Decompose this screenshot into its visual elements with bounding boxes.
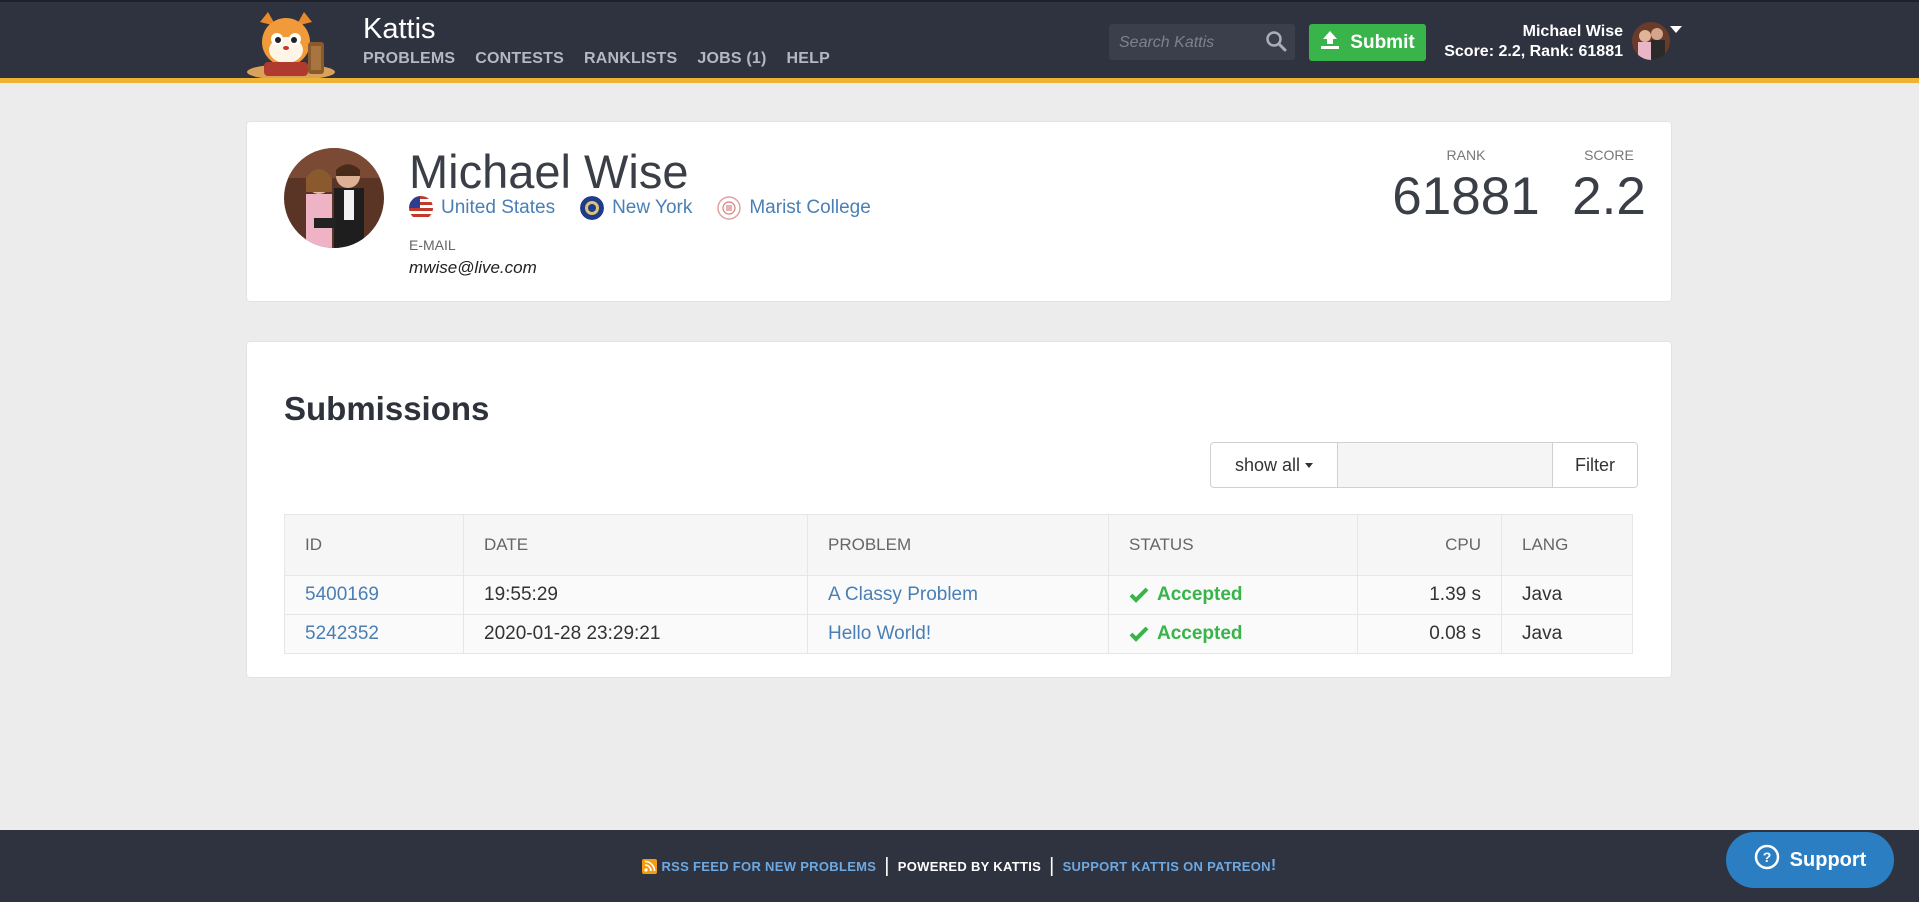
checkmark-icon (1129, 587, 1149, 603)
help-circle-icon: ? (1754, 844, 1780, 876)
submission-id-link[interactable]: 5242352 (305, 623, 379, 644)
svg-text:?: ? (1762, 849, 1771, 865)
footer-separator: | (1049, 854, 1055, 877)
nav-contests[interactable]: CONTESTS (475, 50, 564, 68)
state-label: New York (612, 197, 693, 218)
submit-button[interactable]: Submit (1309, 24, 1426, 61)
kattis-logo[interactable] (246, 12, 350, 80)
user-stats: Score: 2.2, Rank: 61881 (1444, 43, 1623, 60)
nav-problems[interactable]: PROBLEMS (363, 50, 455, 68)
problem-link[interactable]: Hello World! (828, 623, 931, 644)
support-button[interactable]: ? Support (1726, 832, 1894, 888)
rss-icon[interactable] (642, 858, 658, 874)
powered-by-text: POWERED BY KATTIS (897, 858, 1042, 874)
caret-down-icon[interactable] (1670, 26, 1682, 33)
footer-links: RSS FEED FOR NEW PROBLEMS | POWERED BY K… (0, 830, 1919, 902)
show-all-label: show all (1234, 454, 1301, 475)
user-avatar[interactable] (1632, 22, 1670, 60)
patreon-link[interactable]: SUPPORT KATTIS ON PATREON (1063, 859, 1271, 874)
search-icon[interactable] (1265, 30, 1287, 52)
submit-label: Submit (1350, 31, 1415, 53)
country-link[interactable]: United States (409, 196, 555, 220)
submission-lang: Java (1501, 614, 1633, 654)
status-label: Accepted (1157, 584, 1243, 605)
footer-separator: | (884, 854, 890, 877)
filter-input[interactable] (1338, 443, 1553, 487)
filter-button[interactable]: Filter (1553, 443, 1637, 487)
problem-link[interactable]: A Classy Problem (828, 584, 978, 605)
submission-id-link[interactable]: 5400169 (305, 584, 379, 605)
status-accepted: Accepted (1129, 623, 1337, 645)
submissions-table: ID DATE PROBLEM STATUS CPU LANG 5400169 … (284, 514, 1633, 654)
submission-date: 19:55:29 (463, 575, 808, 615)
submission-filter: show all Filter (1210, 442, 1638, 488)
nav-jobs[interactable]: JOBS (1) (697, 50, 766, 68)
brand-title[interactable]: Kattis (363, 13, 436, 46)
affiliations: United States New York Marist College (409, 196, 896, 220)
nav-ranklists[interactable]: RANKLISTS (584, 50, 677, 68)
search-box (1109, 24, 1295, 62)
main-nav: PROBLEMS CONTESTS RANKLISTS JOBS (1) HEL… (363, 50, 850, 68)
submission-lang: Java (1501, 575, 1633, 615)
new-york-seal-icon (580, 196, 605, 220)
show-all-dropdown[interactable]: show all (1211, 443, 1338, 487)
col-status[interactable]: STATUS (1108, 514, 1358, 576)
status-accepted: Accepted (1129, 584, 1337, 606)
state-link[interactable]: New York (580, 196, 692, 220)
profile-card: Michael Wise United States New York Mari… (246, 121, 1672, 302)
email-label: E-MAIL (409, 237, 456, 253)
school-link[interactable]: Marist College (717, 196, 871, 220)
checkmark-icon (1129, 626, 1149, 642)
score-stat: SCORE 2.2 (1559, 147, 1659, 227)
rss-feed-link[interactable]: RSS FEED FOR NEW PROBLEMS (661, 859, 876, 874)
user-info[interactable]: Michael Wise Score: 2.2, Rank: 61881 (1444, 22, 1623, 62)
col-problem[interactable]: PROBLEM (807, 514, 1109, 576)
table-row: 5400169 19:55:29 A Classy Problem Accept… (284, 575, 1633, 615)
header-accent-stripe (0, 78, 1919, 83)
nav-help[interactable]: HELP (787, 50, 830, 68)
col-date[interactable]: DATE (463, 514, 808, 576)
user-name: Michael Wise (1522, 23, 1623, 40)
rank-label: RANK (1446, 147, 1486, 163)
support-label: Support (1789, 848, 1867, 871)
status-label: Accepted (1157, 623, 1243, 644)
us-flag-icon (409, 196, 433, 220)
footer: RSS FEED FOR NEW PROBLEMS | POWERED BY K… (0, 830, 1919, 902)
table-header-row: ID DATE PROBLEM STATUS CPU LANG (284, 514, 1633, 576)
submission-cpu: 1.39 s (1357, 575, 1502, 615)
marist-college-seal-icon (717, 196, 742, 220)
email-value: mwise@live.com (409, 258, 537, 277)
patreon-link-suffix[interactable]: ! (1271, 857, 1277, 875)
col-lang[interactable]: LANG (1501, 514, 1633, 576)
top-navbar: Kattis PROBLEMS CONTESTS RANKLISTS JOBS … (0, 0, 1919, 80)
submission-date: 2020-01-28 23:29:21 (463, 614, 808, 654)
school-label: Marist College (749, 197, 871, 218)
profile-avatar (284, 148, 384, 248)
caret-down-icon (1305, 462, 1314, 468)
col-id[interactable]: ID (284, 514, 464, 576)
score-label: SCORE (1584, 147, 1634, 163)
rank-stat: RANK 61881 (1371, 147, 1561, 227)
profile-name: Michael Wise (409, 145, 689, 198)
table-row: 5242352 2020-01-28 23:29:21 Hello World!… (284, 614, 1633, 654)
search-input[interactable] (1109, 24, 1271, 62)
submissions-card: Submissions show all Filter ID DATE PROB… (246, 341, 1672, 678)
col-cpu[interactable]: CPU (1357, 514, 1502, 576)
country-label: United States (441, 197, 556, 218)
submission-cpu: 0.08 s (1357, 614, 1502, 654)
score-value: 2.2 (1572, 167, 1646, 226)
rank-value: 61881 (1392, 167, 1540, 226)
upload-icon (1320, 30, 1340, 56)
submissions-title: Submissions (284, 390, 490, 427)
